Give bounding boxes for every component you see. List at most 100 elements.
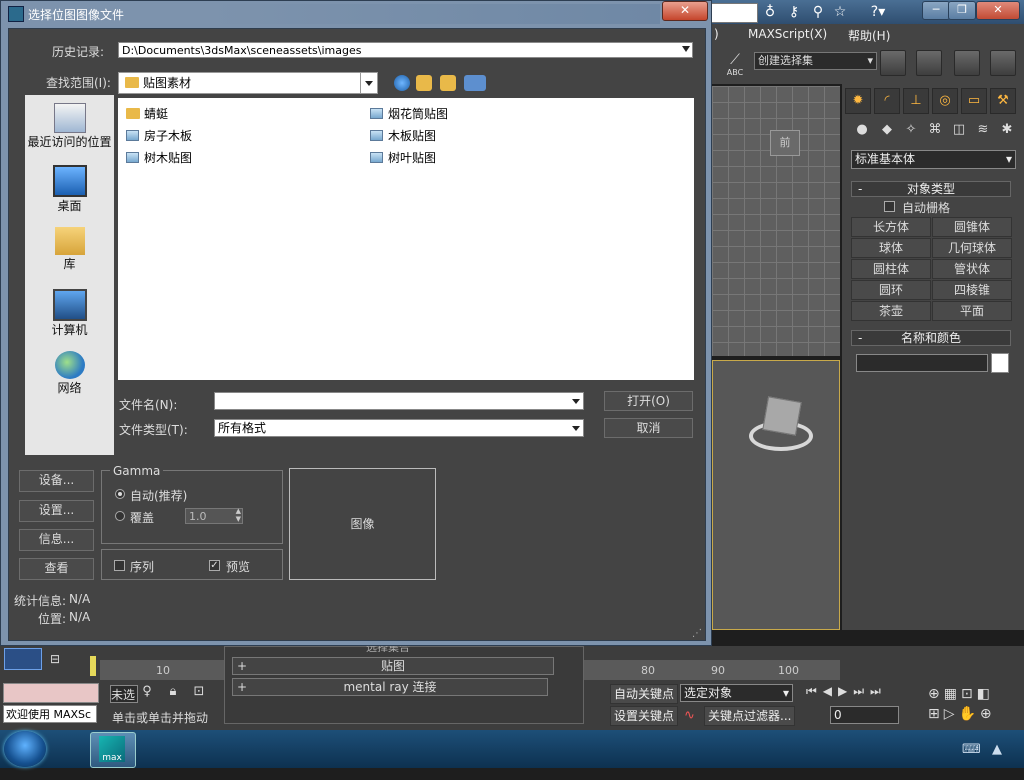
key-filters-button[interactable]: 关键点过滤器... [704, 706, 796, 726]
motion-tab-icon[interactable]: ◎ [932, 88, 958, 114]
geometry-icon[interactable]: ● [851, 120, 873, 140]
viewport-nav-icons[interactable]: ⊕▦⊡◧ ⊞▷✋⊕ [928, 684, 1020, 724]
object-type-rollout[interactable]: - 对象类型 [851, 181, 1011, 197]
absolute-mode-icon[interactable]: ⊡ [190, 683, 208, 701]
lights-icon[interactable]: ✧ [900, 120, 922, 140]
viewport-perspective[interactable] [712, 360, 840, 630]
shapes-icon[interactable]: ◆ [876, 120, 898, 140]
set-key-button[interactable]: 设置关键点 [610, 706, 679, 726]
pin-icon[interactable]: ⚲ [808, 3, 828, 21]
object-color-swatch[interactable] [991, 353, 1009, 373]
gamma-override-radio[interactable] [115, 511, 125, 521]
list-item[interactable]: 蜻蜓 [120, 106, 168, 122]
chevron-down-icon[interactable] [360, 73, 377, 93]
display-tab-icon[interactable]: ▭ [961, 88, 987, 114]
key-set-dropdown[interactable]: 选定对象 ▾ [680, 684, 793, 702]
time-slider-handle[interactable] [90, 656, 96, 676]
sequence-checkbox[interactable] [114, 560, 125, 571]
max-search-field[interactable] [708, 3, 758, 23]
lookin-dropdown[interactable]: 贴图素材 [118, 72, 378, 94]
object-type-button[interactable]: 球体 [851, 238, 931, 258]
keyboard-icon[interactable]: ⌨ [962, 742, 981, 757]
object-type-button[interactable]: 圆锥体 [932, 217, 1012, 237]
object-type-button[interactable]: 圆柱体 [851, 259, 931, 279]
list-item[interactable]: 树叶贴图 [364, 150, 436, 166]
help-icon[interactable]: ?▾ [864, 3, 892, 21]
place-desktop[interactable]: 桌面 [25, 165, 114, 214]
object-type-button[interactable]: 圆环 [851, 280, 931, 300]
new-folder-icon[interactable] [440, 75, 456, 91]
primitive-category-dropdown[interactable]: 标准基本体 ▾ [851, 150, 1016, 169]
list-item[interactable]: 房子木板 [120, 128, 192, 144]
modify-tab-icon[interactable]: ◜ [874, 88, 900, 114]
key-icon[interactable]: ⚷ [784, 3, 804, 21]
gamma-override-spinner[interactable]: 1.0 ▲ ▼ [185, 507, 243, 524]
list-item[interactable]: 树木贴图 [120, 150, 192, 166]
mirror-icon[interactable] [880, 50, 906, 76]
view-menu-icon[interactable] [464, 75, 486, 91]
viewport-layout-icon[interactable] [4, 648, 42, 670]
info-button[interactable]: 信息... [19, 529, 94, 551]
history-dropdown[interactable]: D:\Documents\3dsMax\sceneassets\images [118, 42, 693, 58]
place-libraries[interactable]: 库 [25, 227, 114, 272]
utilities-tab-icon[interactable]: ⚒ [990, 88, 1016, 114]
file-list[interactable]: 蜻蜓 房子木板 树木贴图 烟花筒贴图 木板贴图 树叶贴图 [118, 98, 694, 380]
hierarchy-tab-icon[interactable]: ⊥ [903, 88, 929, 114]
selection-set-dropdown[interactable]: 创建选择集 ▾ [754, 52, 877, 70]
list-item[interactable]: 木板贴图 [364, 128, 436, 144]
view-button[interactable]: 查看 [19, 558, 94, 580]
back-icon[interactable] [394, 75, 410, 91]
auto-key-button[interactable]: 自动关键点 [610, 684, 679, 704]
star-icon[interactable]: ☆ [830, 3, 850, 21]
resize-grip-icon[interactable]: ⋰ [692, 628, 704, 640]
up-folder-icon[interactable] [416, 75, 432, 91]
align-icon[interactable] [916, 50, 942, 76]
name-color-rollout[interactable]: - 名称和颜色 [851, 330, 1011, 346]
place-network[interactable]: 网络 [25, 351, 114, 396]
autogrid-checkbox[interactable] [884, 201, 895, 212]
list-item[interactable]: 烟花筒贴图 [364, 106, 448, 122]
curve-editor-icon[interactable]: ⊟ [50, 652, 72, 668]
toggle-ribbon-icon[interactable] [990, 50, 1016, 76]
cancel-button[interactable]: 取消 [604, 418, 693, 438]
filename-input[interactable] [214, 392, 584, 410]
spacewarps-icon[interactable]: ≋ [972, 120, 994, 140]
object-type-button[interactable]: 管状体 [932, 259, 1012, 279]
minimize-button[interactable]: ─ [922, 1, 950, 20]
setup-button[interactable]: 设置... [19, 500, 94, 522]
maps-rollout[interactable]: + 贴图 [232, 657, 554, 675]
viewport-top[interactable]: 前 [712, 86, 840, 356]
dialog-close-button[interactable]: ✕ [662, 1, 708, 21]
object-name-field[interactable] [856, 354, 988, 372]
tray-arrow-icon[interactable]: ▲ [992, 742, 1002, 757]
binoculars-icon[interactable]: ♁ [760, 3, 780, 21]
object-type-button[interactable]: 四棱锥 [932, 280, 1012, 300]
viewcube-top[interactable]: 前 [770, 130, 800, 156]
menu-maxscript[interactable]: MAXScript(X) [748, 27, 827, 41]
object-type-button[interactable]: 平面 [932, 301, 1012, 321]
isolate-icon[interactable]: ♀ [138, 683, 156, 701]
object-type-button[interactable]: 几何球体 [932, 238, 1012, 258]
mentalray-rollout[interactable]: + mental ray 连接 [232, 678, 548, 696]
object-type-button[interactable]: 长方体 [851, 217, 931, 237]
preview-checkbox[interactable]: ✓ [209, 560, 220, 571]
playback-controls[interactable]: ⏮◀▶⏭⏭ [806, 684, 916, 702]
start-button-icon[interactable] [4, 731, 46, 767]
helpers-icon[interactable]: ◫ [948, 120, 970, 140]
key-filter-icon[interactable]: ∿ [684, 708, 702, 724]
gamma-auto-radio[interactable] [115, 489, 125, 499]
close-window-button[interactable]: ✕ [976, 1, 1020, 20]
layer-icon[interactable] [954, 50, 980, 76]
object-type-button[interactable]: 茶壶 [851, 301, 931, 321]
menu-partial[interactable]: ) [714, 27, 719, 41]
cameras-icon[interactable]: ⌘ [924, 120, 946, 140]
device-button[interactable]: 设备... [19, 470, 94, 492]
create-tab-icon[interactable]: ✹ [845, 88, 871, 114]
place-recent[interactable]: 最近访问的位置 [25, 103, 114, 150]
place-computer[interactable]: 计算机 [25, 289, 114, 338]
lock-icon[interactable]: 🔒︎ [164, 683, 182, 701]
menu-help[interactable]: 帮助(H) [848, 27, 890, 44]
systems-icon[interactable]: ✱ [996, 120, 1018, 140]
abc-icon[interactable]: ⟋ ABC [724, 52, 746, 78]
restore-button[interactable]: ❐ [948, 1, 976, 20]
